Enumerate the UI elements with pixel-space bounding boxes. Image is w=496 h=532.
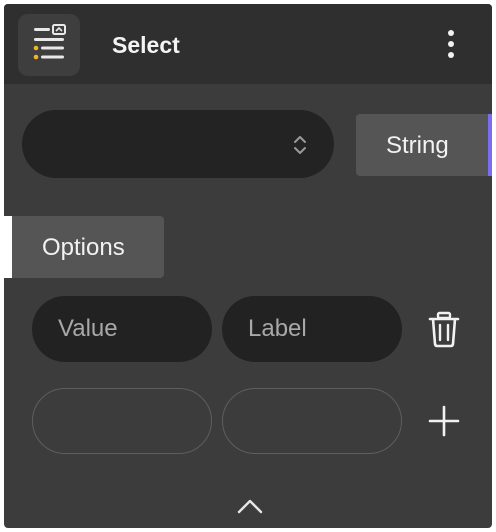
- list-select-icon: [18, 14, 80, 76]
- option-value-field[interactable]: [32, 296, 212, 362]
- new-option-label-field[interactable]: [222, 388, 402, 454]
- value-select[interactable]: [22, 110, 334, 178]
- sort-chevrons-icon: [294, 136, 306, 154]
- type-accent-bar: [488, 114, 492, 176]
- tab-accent-bar: [4, 216, 12, 278]
- option-label-field[interactable]: [222, 296, 402, 362]
- new-option-value-field[interactable]: [32, 388, 212, 454]
- new-option-value-input[interactable]: [33, 389, 211, 453]
- plus-icon[interactable]: [424, 401, 464, 441]
- node-header: Select: [4, 4, 492, 84]
- option-label-input[interactable]: [222, 296, 402, 362]
- more-vertical-icon[interactable]: [436, 24, 466, 64]
- tab-options-label: Options: [42, 234, 125, 261]
- select-node-panel: Select String Options: [4, 4, 492, 528]
- chevron-up-icon[interactable]: [234, 494, 266, 518]
- trash-icon[interactable]: [424, 309, 464, 349]
- new-option-label-input[interactable]: [223, 389, 401, 453]
- type-chip-label: String: [386, 132, 449, 159]
- type-chip-string[interactable]: String: [356, 114, 492, 176]
- tab-options[interactable]: Options: [12, 216, 164, 278]
- option-value-input[interactable]: [32, 296, 212, 362]
- node-title: Select: [112, 32, 180, 58]
